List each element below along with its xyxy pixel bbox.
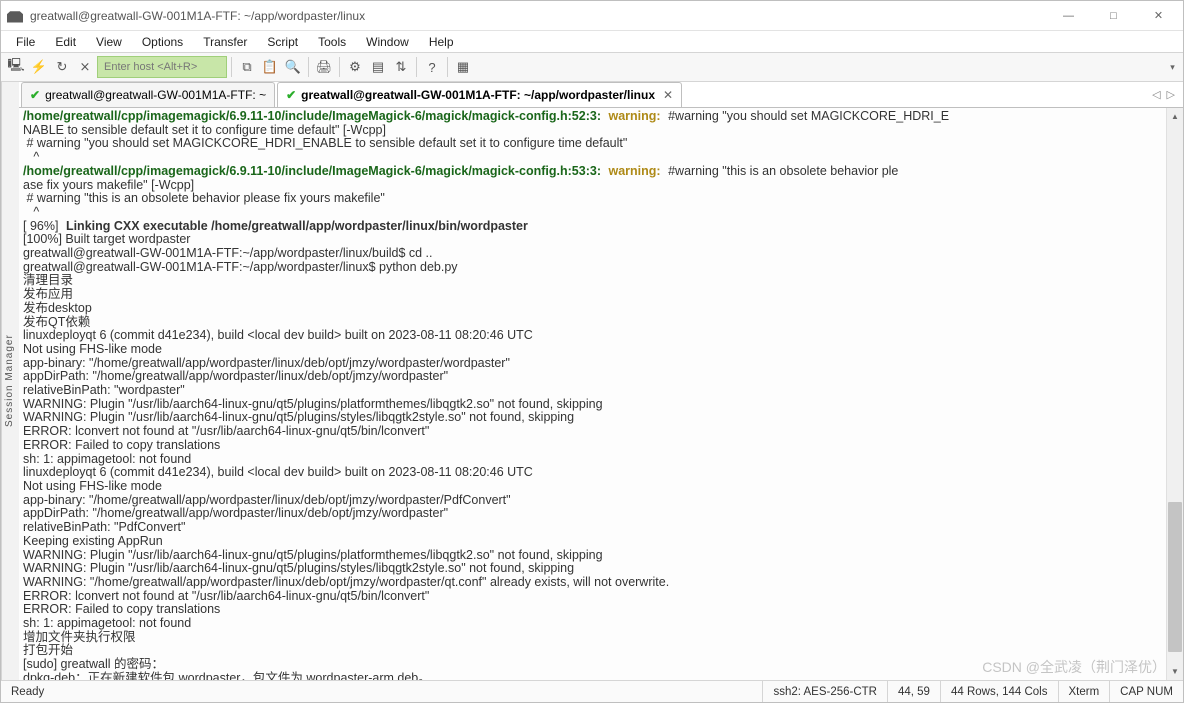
minimize-button[interactable]: — <box>1046 1 1091 30</box>
menu-help[interactable]: Help <box>420 33 463 51</box>
tab-bar: ✔ greatwall@greatwall-GW-001M1A-FTF: ~ ✔… <box>19 82 1183 108</box>
status-size: 44 Rows, 144 Cols <box>941 681 1059 702</box>
host-input[interactable]: Enter host <Alt+R> <box>97 56 227 78</box>
connect-icon[interactable]: 🖳 <box>5 56 27 78</box>
paste-icon[interactable]: 📋 <box>259 56 281 78</box>
terminal-output[interactable]: /home/greatwall/cpp/imagemagick/6.9.11-1… <box>19 108 1166 680</box>
scroll-down-icon[interactable]: ▼ <box>1167 663 1183 680</box>
tab-prev-icon[interactable]: ◁ <box>1150 88 1162 101</box>
close-button[interactable]: ✕ <box>1136 1 1181 30</box>
quick-connect-icon[interactable]: ⚡ <box>28 56 50 78</box>
tab-close-icon[interactable]: ✕ <box>663 88 673 102</box>
find-icon[interactable]: 🔍 <box>282 56 304 78</box>
check-icon: ✔ <box>286 88 296 102</box>
session-icon[interactable]: ▤ <box>367 56 389 78</box>
menu-script[interactable]: Script <box>258 33 307 51</box>
menu-edit[interactable]: Edit <box>46 33 85 51</box>
reconnect-icon[interactable]: ↻ <box>51 56 73 78</box>
status-term: Xterm <box>1059 681 1111 702</box>
scroll-up-icon[interactable]: ▲ <box>1167 108 1183 125</box>
help-icon[interactable]: ? <box>421 56 443 78</box>
sftp-icon[interactable]: ⇅ <box>390 56 412 78</box>
status-cursor-pos: 44, 59 <box>888 681 941 702</box>
maximize-button[interactable]: □ <box>1091 1 1136 30</box>
terminal-scrollbar[interactable]: ▲ ▼ <box>1166 108 1183 680</box>
menu-options[interactable]: Options <box>133 33 192 51</box>
scroll-thumb[interactable] <box>1168 502 1182 653</box>
tab-session-1[interactable]: ✔ greatwall@greatwall-GW-001M1A-FTF: ~ <box>21 82 275 107</box>
tab-label: greatwall@greatwall-GW-001M1A-FTF: ~ <box>45 88 266 102</box>
toolbar-overflow-icon[interactable]: ▾ <box>1166 62 1179 73</box>
check-icon: ✔ <box>30 88 40 102</box>
menu-transfer[interactable]: Transfer <box>194 33 256 51</box>
status-ready: Ready <box>1 681 763 702</box>
print-icon[interactable]: 🖨 <box>313 56 335 78</box>
menu-window[interactable]: Window <box>357 33 418 51</box>
disconnect-icon[interactable]: ⨯ <box>74 56 96 78</box>
toolbar: 🖳 ⚡ ↻ ⨯ Enter host <Alt+R> ⧉ 📋 🔍 🖨 ⚙ ▤ ⇅… <box>1 52 1183 82</box>
menu-view[interactable]: View <box>87 33 131 51</box>
menu-tools[interactable]: Tools <box>309 33 355 51</box>
tab-session-2[interactable]: ✔ greatwall@greatwall-GW-001M1A-FTF: ~/a… <box>277 82 682 107</box>
tab-label: greatwall@greatwall-GW-001M1A-FTF: ~/app… <box>301 88 655 102</box>
window-title: greatwall@greatwall-GW-001M1A-FTF: ~/app… <box>30 9 1046 23</box>
status-caps: CAP NUM <box>1110 681 1183 702</box>
settings-icon[interactable]: ⚙ <box>344 56 366 78</box>
button-bar-icon[interactable]: ▦ <box>452 56 474 78</box>
status-bar: Ready ssh2: AES-256-CTR 44, 59 44 Rows, … <box>1 680 1183 702</box>
copy-icon[interactable]: ⧉ <box>236 56 258 78</box>
app-icon <box>7 9 23 23</box>
tab-next-icon[interactable]: ▷ <box>1165 88 1177 101</box>
status-protocol: ssh2: AES-256-CTR <box>763 681 888 702</box>
menu-file[interactable]: File <box>7 33 44 51</box>
menu-bar: File Edit View Options Transfer Script T… <box>1 31 1183 52</box>
scroll-track[interactable] <box>1167 125 1183 663</box>
session-manager-sidebar[interactable]: Session Manager <box>1 82 19 680</box>
